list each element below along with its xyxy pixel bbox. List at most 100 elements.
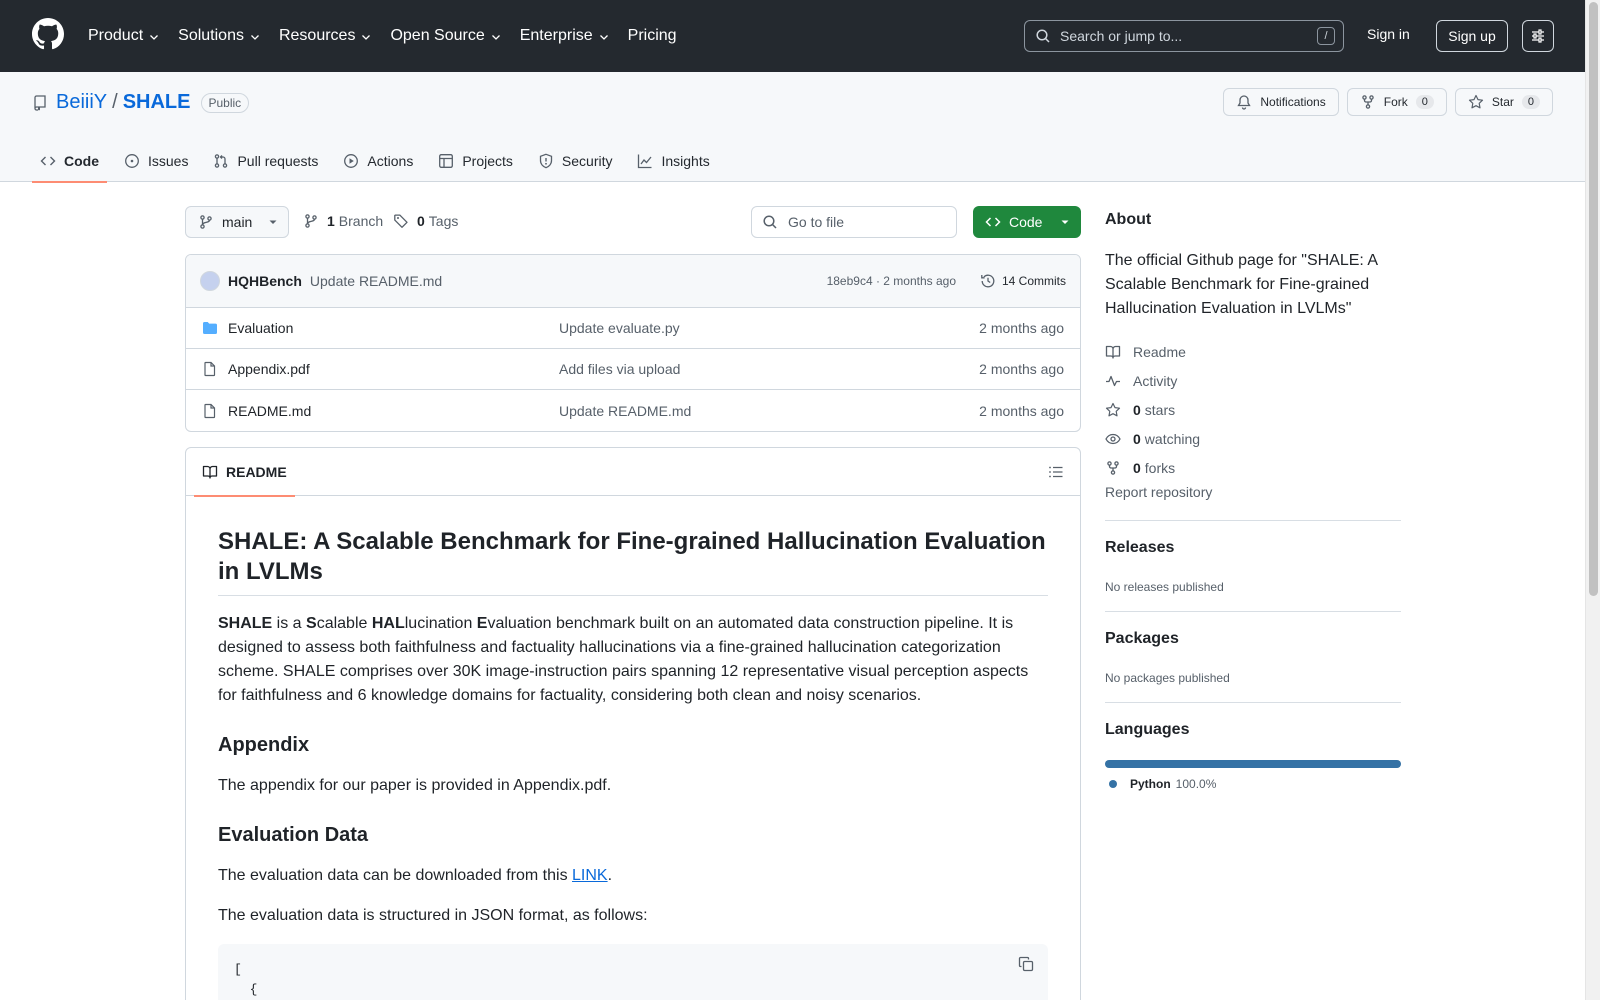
nav-enterprise[interactable]: Enterprise [520,27,610,45]
activity-link[interactable]: Activity [1105,366,1200,395]
tags-label: Tags [428,213,459,229]
nav-resources[interactable]: Resources [279,27,372,45]
repo-owner-link[interactable]: BeiiiY [56,91,107,114]
repo-title: BeiiiY / SHALE Public [32,91,250,114]
evaluation-format-text: The evaluation data is structured in JSO… [218,907,648,924]
tags-link[interactable]: 0 Tags [393,213,458,229]
report-repository-link[interactable]: Report repository [1105,484,1212,500]
nav-open-source[interactable]: Open Source [390,27,501,45]
forks-count: 0 [1133,459,1141,476]
page-scrollbar[interactable] [1585,0,1600,1000]
evaluation-data-link[interactable]: LINK [572,867,608,884]
branch-select-button[interactable]: main [185,206,289,238]
appendix-heading: Appendix [218,734,310,756]
search-shortcut-key: / [1317,27,1335,45]
intro-bold-shale: SHALE [218,615,273,632]
chevron-down-icon [362,35,371,40]
tab-pull-requests[interactable]: Pull requests [205,140,326,182]
commits-count-label: 14 Commits [1001,274,1066,288]
file-row[interactable]: Appendix.pdf Add files via upload 2 mont… [186,349,1080,390]
nav-solutions[interactable]: Solutions [178,27,261,45]
github-logo-icon[interactable] [32,18,64,50]
commit-message[interactable]: Update README.md [310,273,442,289]
file-name[interactable]: README.md [228,403,311,419]
watching-link[interactable]: 0 watching [1105,424,1200,453]
branches-label: Branch [338,213,384,229]
tab-security-label: Security [561,153,613,169]
file-commit-message[interactable]: Add files via upload [559,361,680,377]
languages-heading: Languages [1105,721,1190,738]
evaluation-data-text: The evaluation data can be downloaded fr… [218,864,1048,888]
nav-product[interactable]: Product [88,27,160,45]
tab-projects[interactable]: Projects [430,140,521,182]
language-name: Python [1130,777,1171,791]
tab-security[interactable]: Security [530,140,621,182]
stars-label: stars [1144,401,1176,418]
stars-count: 0 [1133,401,1141,418]
search-icon [763,215,777,229]
pulse-icon [1106,375,1120,386]
repo-description: The official Github page for "SHALE: A S… [1105,252,1378,317]
tab-code[interactable]: Code [32,140,107,183]
tab-insights[interactable]: Insights [629,140,717,182]
table-icon [439,154,454,168]
stars-link[interactable]: 0 stars [1105,395,1200,424]
readme-intro: SHALE is a Scalable HALlucination Evalua… [218,612,1048,708]
code-icon [985,217,1001,227]
eval-text-after: . [607,867,613,884]
avatar[interactable] [200,271,220,291]
search-placeholder: Search or jump to... [1060,28,1183,44]
intro-bold-e: E [476,615,488,632]
repo-name-link[interactable]: SHALE [123,91,191,114]
forks-link[interactable]: 0 forks [1105,453,1200,482]
file-row[interactable]: README.md Update README.md 2 months ago [186,390,1080,431]
about-heading: About [1105,211,1152,228]
search-input[interactable]: Search or jump to... / [1024,20,1344,52]
tab-actions[interactable]: Actions [335,140,421,182]
code-button-label: Code [1009,214,1043,230]
sign-in-link[interactable]: Sign in [1367,26,1410,42]
eval-text-before: The evaluation data can be downloaded fr… [218,867,573,884]
branches-link[interactable]: 1 Branch [303,213,383,229]
file-icon [204,403,216,418]
sign-up-button[interactable]: Sign up [1436,20,1508,52]
fork-button[interactable]: Fork 0 [1346,88,1447,116]
commit-author[interactable]: HQHBench [228,273,302,289]
file-name[interactable]: Appendix.pdf [228,361,310,377]
nav-pricing[interactable]: Pricing [628,27,677,45]
code-dropdown-button[interactable]: Code [973,206,1081,238]
readme-link[interactable]: Readme [1105,337,1200,366]
scrollbar-thumb[interactable] [1589,2,1598,596]
global-header: Product Solutions Resources Open Source … [0,0,1585,72]
releases-heading[interactable]: Releases [1105,539,1174,557]
star-button[interactable]: Star 0 [1454,88,1553,116]
sidebar-divider [1105,702,1401,703]
tag-icon [394,214,408,228]
file-commit-message[interactable]: Update README.md [559,403,691,419]
packages-heading[interactable]: Packages [1105,630,1179,648]
commit-meta[interactable]: 18eb9c4 · 2 months ago [827,274,956,288]
chevron-down-icon [150,35,159,40]
sidebar-divider [1105,520,1401,521]
bell-icon [1237,95,1252,110]
activity-link-label: Activity [1133,372,1178,389]
file-commit-message[interactable]: Update evaluate.py [559,320,680,336]
file-row[interactable]: Evaluation Update evaluate.py 2 months a… [186,308,1080,349]
readme-tab[interactable]: README [194,448,295,497]
intro-text: is a [272,615,307,632]
settings-menu-button[interactable] [1522,20,1554,52]
go-to-file-input[interactable]: Go to file [751,206,957,238]
file-name[interactable]: Evaluation [228,320,293,336]
list-icon[interactable] [1048,464,1064,480]
commits-link[interactable]: 14 Commits [980,273,1066,289]
code-line: [ [234,962,242,977]
issue-icon [125,154,139,168]
notifications-button[interactable]: Notifications [1223,88,1339,116]
language-item[interactable]: Python 100.0% [1109,777,1216,791]
copy-icon[interactable] [1018,956,1034,972]
go-to-file-placeholder: Go to file [788,214,845,230]
nav-open-source-label: Open Source [390,27,485,44]
file-time: 2 months ago [979,402,1064,419]
fork-label: Fork [1383,95,1408,109]
tab-issues[interactable]: Issues [116,140,196,182]
